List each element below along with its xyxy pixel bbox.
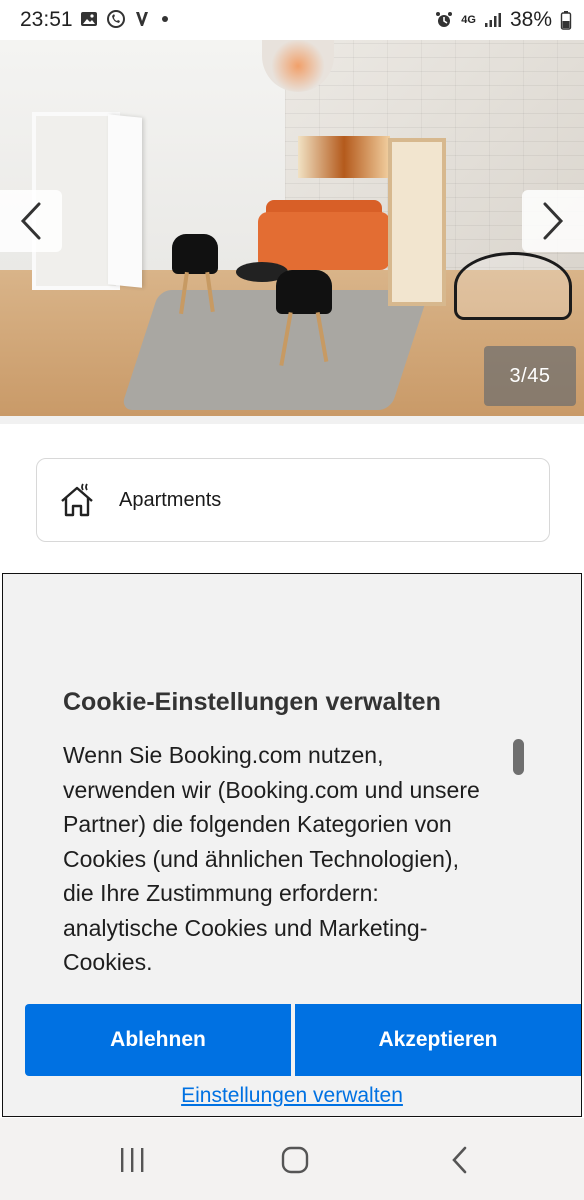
- photo-chair-left: [172, 234, 218, 274]
- android-nav-bar: [0, 1118, 584, 1200]
- manage-settings-link[interactable]: Einstellungen verwalten: [3, 1084, 581, 1108]
- decline-cookies-button[interactable]: Ablehnen: [25, 1004, 291, 1076]
- dot-icon: [162, 16, 168, 22]
- home-icon: [61, 483, 93, 517]
- cookie-dialog-title: Cookie-Einstellungen verwalten: [63, 688, 441, 716]
- status-bar: 23:51 4G 38%: [0, 0, 584, 40]
- property-type-card: Apartments: [36, 458, 550, 542]
- photo-sofa: [258, 212, 390, 270]
- photo-counter: 3/45: [484, 346, 576, 406]
- v-app-icon: [136, 12, 148, 26]
- section-divider: [0, 416, 584, 424]
- recent-apps-button[interactable]: [102, 1140, 162, 1180]
- status-right: 4G 38%: [435, 8, 572, 32]
- battery-percent: 38%: [509, 8, 552, 31]
- battery-icon: [560, 11, 572, 30]
- accept-cookies-button[interactable]: Akzeptieren: [295, 1004, 581, 1076]
- gallery-icon: [81, 12, 97, 26]
- viber-icon: [107, 10, 125, 28]
- chevron-right-icon: [543, 202, 564, 240]
- photo-wall-art: [298, 136, 390, 178]
- property-photo[interactable]: 3/45: [0, 40, 584, 416]
- signal-icon: [484, 13, 501, 27]
- gallery-prev-button[interactable]: [0, 190, 62, 252]
- home-button[interactable]: [265, 1140, 325, 1180]
- home-button-icon: [281, 1146, 309, 1174]
- dialog-scrollbar[interactable]: [513, 739, 524, 775]
- alarm-icon: [436, 12, 453, 27]
- cookie-dialog-body: Wenn Sie Booking.com nutzen, verwenden w…: [63, 742, 480, 975]
- network-type: 4G: [461, 13, 476, 26]
- status-time: 23:51: [20, 8, 73, 31]
- recent-apps-icon: [121, 1148, 144, 1172]
- cookie-consent-dialog: Cookie-Einstellungen verwalten Wenn Sie …: [2, 573, 582, 1117]
- photo-door: [108, 114, 142, 288]
- back-icon: [452, 1146, 467, 1174]
- property-type-label: Apartments: [119, 488, 222, 511]
- notification-icons: [80, 9, 172, 29]
- photo-glass-desk: [454, 252, 572, 320]
- photo-bookshelf: [388, 138, 446, 306]
- chevron-left-icon: [20, 202, 41, 240]
- back-button[interactable]: [430, 1140, 490, 1180]
- photo-rug: [120, 290, 430, 410]
- gallery-next-button[interactable]: [522, 190, 584, 252]
- photo-chair-right: [276, 270, 332, 314]
